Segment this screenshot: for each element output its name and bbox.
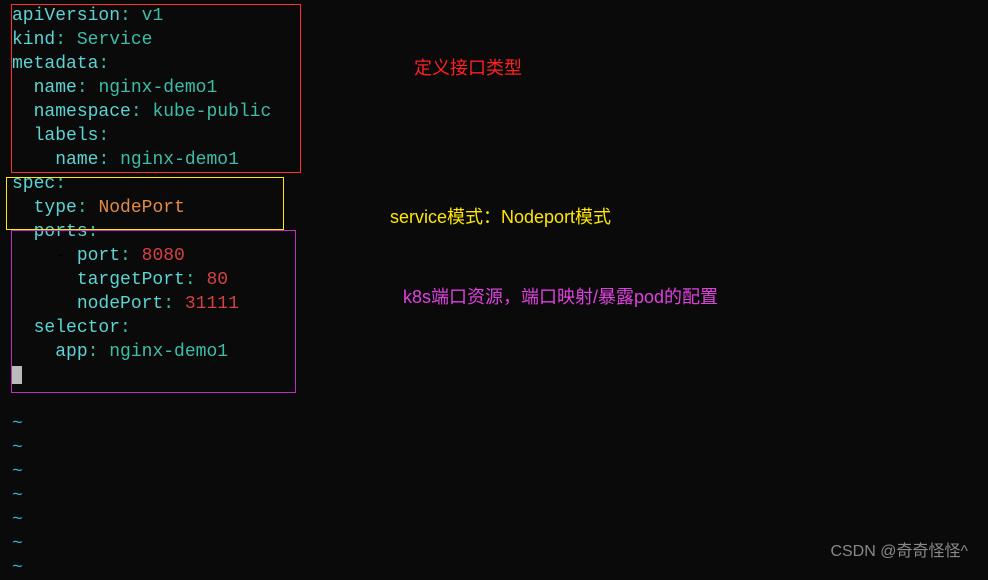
val-name: nginx-demo1 xyxy=(98,78,217,98)
annotation-magenta: k8s端口资源，端口映射/暴露pod的配置 xyxy=(403,283,718,309)
key-namespace: namespace xyxy=(34,102,131,122)
annotation-red: 定义接口类型 xyxy=(414,54,522,80)
annotation-yellow: service模式：Nodeport模式 xyxy=(390,203,611,229)
key-type: type xyxy=(34,198,77,218)
val-app: nginx-demo1 xyxy=(109,342,228,362)
key-ports: ports xyxy=(34,222,88,242)
key-labels-name: name xyxy=(55,150,98,170)
key-apiversion: apiVersion xyxy=(12,6,120,26)
cursor-block xyxy=(12,366,22,384)
val-targetport: 80 xyxy=(206,270,228,290)
key-name: name xyxy=(34,78,77,98)
vim-tilde: ~ xyxy=(12,486,23,506)
yaml-code-block: apiVersion: v1 kind: Service metadata: n… xyxy=(12,4,271,580)
val-port: 8080 xyxy=(142,246,185,266)
val-kind: Service xyxy=(77,30,153,50)
val-namespace: kube-public xyxy=(152,102,271,122)
key-kind: kind xyxy=(12,30,55,50)
key-metadata: metadata xyxy=(12,54,98,74)
vim-tilde: ~ xyxy=(12,414,23,434)
val-type: NodePort xyxy=(98,198,184,218)
key-targetport: targetPort xyxy=(77,270,185,290)
key-spec: spec xyxy=(12,174,55,194)
key-port: port xyxy=(77,246,120,266)
vim-tilde: ~ xyxy=(12,534,23,554)
key-selector: selector xyxy=(34,318,120,338)
vim-tilde: ~ xyxy=(12,558,23,578)
val-nodeport: 31111 xyxy=(185,294,239,314)
watermark: CSDN @奇奇怪怪^ xyxy=(830,537,968,561)
vim-tilde: ~ xyxy=(12,462,23,482)
key-app: app xyxy=(55,342,87,362)
code-content: apiVersion: v1 kind: Service metadata: n… xyxy=(12,4,271,580)
val-apiversion: v1 xyxy=(142,6,164,26)
key-labels: labels xyxy=(34,126,99,146)
vim-tilde: ~ xyxy=(12,510,23,530)
key-nodeport: nodePort xyxy=(77,294,163,314)
vim-tilde: ~ xyxy=(12,438,23,458)
val-labels-name: nginx-demo1 xyxy=(120,150,239,170)
